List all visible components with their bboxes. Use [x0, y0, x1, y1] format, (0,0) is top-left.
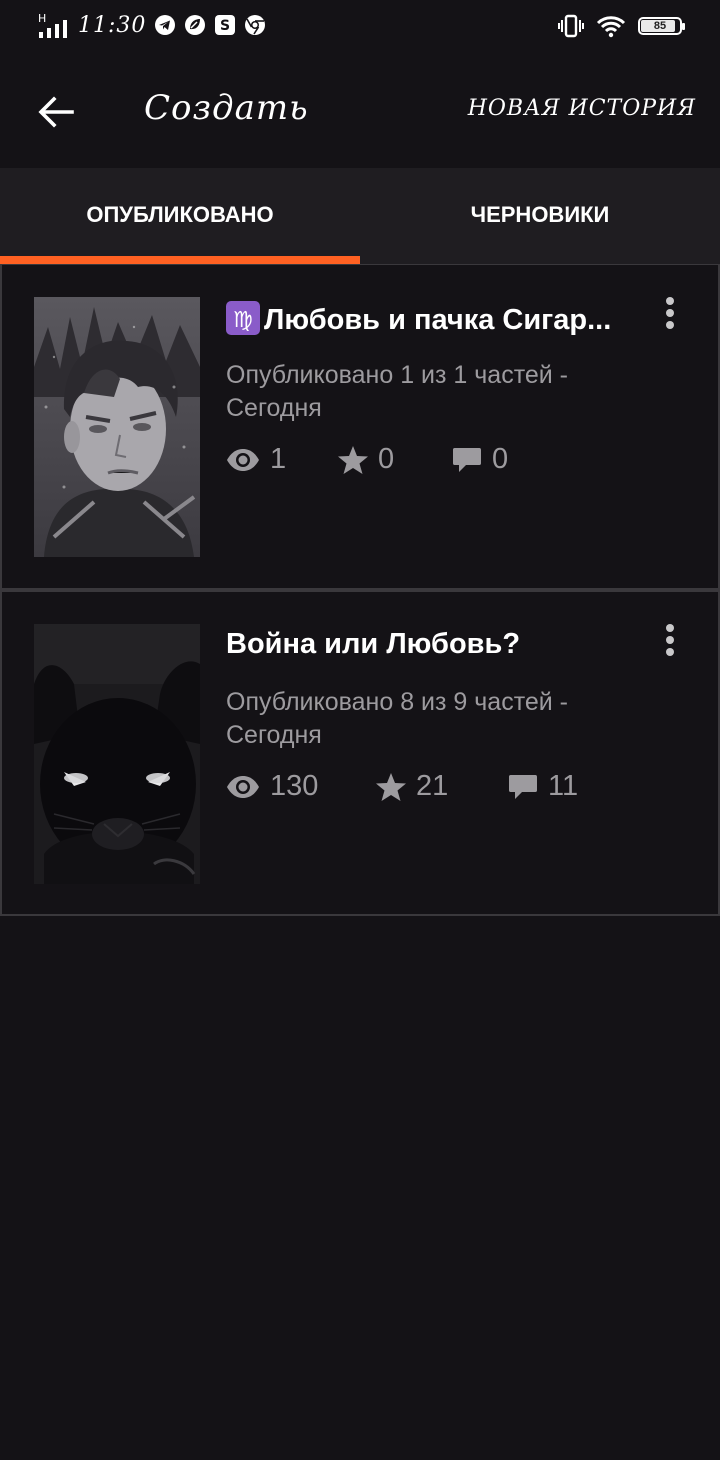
svg-text:S: S [220, 18, 230, 34]
comments-stat: 0 [452, 443, 508, 476]
new-story-button[interactable]: НОВАЯ ИСТОРИЯ [468, 96, 696, 121]
story-title[interactable]: ♍ Любовь и пачка Сигар... [226, 301, 636, 337]
battery-icon: 85 [638, 17, 685, 35]
vibrate-icon [558, 14, 584, 38]
app-header: Создать НОВАЯ ИСТОРИЯ [0, 56, 720, 168]
story-card[interactable]: ♍ Любовь и пачка Сигар... Опубликовано 1… [0, 264, 720, 590]
chrome-icon [245, 15, 266, 35]
more-options-icon[interactable] [652, 620, 688, 660]
star-icon [376, 772, 406, 801]
votes-count: 0 [378, 443, 395, 475]
story-stats: 1 0 0 [226, 443, 508, 476]
more-options-icon[interactable] [652, 293, 688, 333]
views-count: 130 [270, 770, 319, 802]
svg-text:♍: ♍ [233, 308, 253, 333]
votes-stat: 0 [338, 443, 452, 476]
status-right: 85 [558, 14, 685, 38]
views-stat: 1 [226, 443, 338, 476]
comments-count: 11 [548, 770, 579, 802]
comments-stat: 11 [508, 770, 578, 803]
portrait-boy-cover [34, 297, 200, 557]
tab-drafts[interactable]: ЧЕРНОВИКИ [360, 168, 720, 264]
views-stat: 130 [226, 770, 376, 803]
page-title: Создать [144, 88, 309, 128]
story-meta: Опубликовано 1 из 1 частей - Сегодня [226, 361, 569, 422]
story-cover-image[interactable] [34, 297, 200, 557]
leaf-app-icon [185, 15, 206, 35]
virgo-emoji-icon: ♍ [226, 301, 260, 335]
comment-icon [453, 447, 481, 472]
views-count: 1 [270, 443, 287, 475]
comment-icon [509, 774, 537, 799]
battery-level: 85 [653, 20, 667, 32]
signal-icon: H [38, 12, 67, 38]
eye-icon [227, 775, 259, 798]
comments-count: 0 [492, 443, 509, 475]
votes-stat: 21 [376, 770, 508, 803]
story-list: ♍ Любовь и пачка Сигар... Опубликовано 1… [0, 264, 720, 916]
story-title[interactable]: Война или Любовь? [226, 628, 636, 661]
clock: 11:30 [78, 12, 147, 38]
status-bar: H 11:30 S 85 [0, 0, 720, 56]
story-cover-image[interactable] [34, 624, 200, 884]
story-card[interactable]: Война или Любовь? Опубликовано 8 из 9 ча… [0, 590, 720, 916]
network-type: H [38, 12, 46, 25]
votes-count: 21 [416, 770, 449, 802]
tab-bar: ОПУБЛИКОВАНО ЧЕРНОВИКИ [0, 168, 720, 264]
status-left: H 11:30 S [38, 12, 266, 38]
eye-icon [227, 448, 259, 471]
back-button[interactable] [30, 86, 82, 138]
story-title-text: Любовь и пачка Сигар... [264, 304, 612, 336]
black-cat-cover [34, 624, 200, 884]
crop-app-icon: S [215, 15, 236, 35]
telegram-icon [155, 15, 176, 35]
wifi-icon [596, 16, 626, 38]
arrow-left-icon [38, 96, 74, 128]
story-stats: 130 21 11 [226, 770, 578, 803]
star-icon [338, 445, 368, 474]
story-meta: Опубликовано 8 из 9 частей - Сегодня [226, 688, 569, 749]
tab-published[interactable]: ОПУБЛИКОВАНО [0, 168, 360, 264]
